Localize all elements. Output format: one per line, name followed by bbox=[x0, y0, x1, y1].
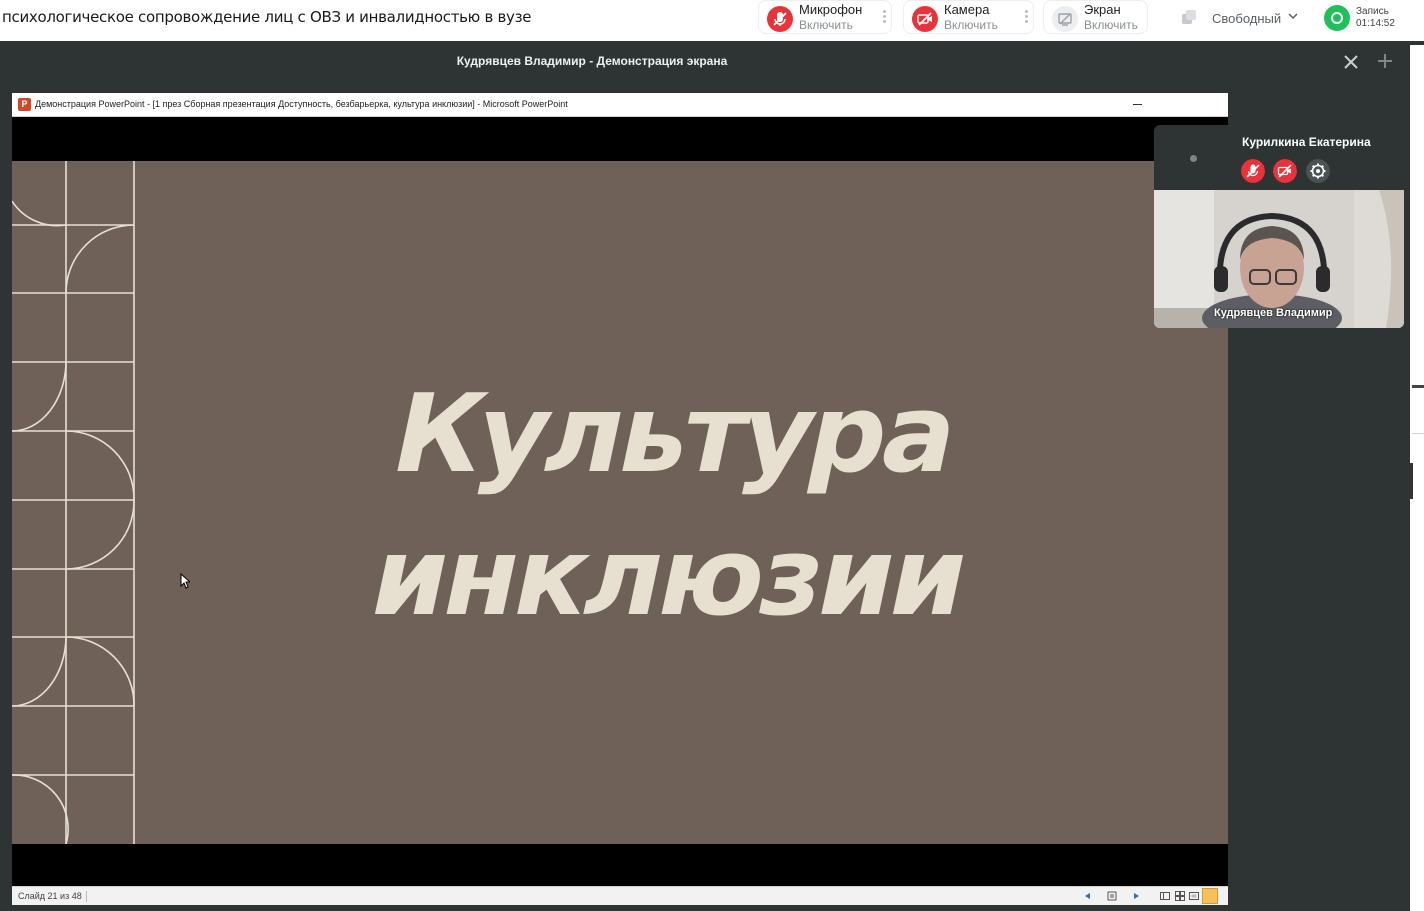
slide-title: Культура инклюзии bbox=[360, 371, 976, 640]
participant-panel: Курилкина Екатерина Кудрявцев Владимир bbox=[1154, 125, 1404, 328]
recording-time: 01:14:52 bbox=[1356, 18, 1395, 29]
mouse-cursor-icon bbox=[180, 573, 190, 589]
camera-label: Камера bbox=[944, 2, 990, 17]
screen-share-button[interactable]: Экран Включить bbox=[1043, 0, 1148, 34]
recording-indicator[interactable]: Запись 01:14:52 bbox=[1322, 2, 1402, 34]
powerpoint-app-icon: P bbox=[18, 98, 31, 111]
camera-sublabel: Включить bbox=[944, 18, 998, 32]
right-scroll-strip bbox=[1410, 45, 1424, 911]
slideshow-view-icon[interactable] bbox=[1202, 888, 1218, 904]
scroll-divider bbox=[1412, 433, 1424, 434]
slide-title-line-1: Культура bbox=[382, 371, 966, 497]
status-icon-layer bbox=[1186, 10, 1196, 20]
powerpoint-statusbar: Слайд 21 из 48 bbox=[12, 886, 1228, 905]
participant-mic-off-icon[interactable] bbox=[1241, 159, 1265, 183]
scroll-marker bbox=[1412, 385, 1424, 388]
mic-toggle-button[interactable]: Микрофон Включить bbox=[758, 0, 892, 34]
mic-label: Микрофон bbox=[799, 2, 863, 17]
screen-share-icon bbox=[1052, 6, 1078, 32]
camera-toggle-button[interactable]: Камера Включить bbox=[903, 0, 1034, 34]
minimize-icon[interactable] bbox=[1133, 104, 1142, 105]
speaker-video-tile[interactable]: Кудрявцев Владимир bbox=[1154, 190, 1404, 328]
settings-gear-icon[interactable] bbox=[1306, 159, 1330, 183]
record-icon bbox=[1324, 5, 1350, 31]
mic-sublabel: Включить bbox=[799, 18, 853, 32]
slide-sorter-icon[interactable] bbox=[1175, 891, 1185, 901]
notes-icon[interactable] bbox=[1107, 891, 1117, 901]
previous-slide-icon[interactable] bbox=[1082, 891, 1092, 901]
participant-camera-off-icon[interactable] bbox=[1273, 159, 1297, 183]
slide-title-line-2: инклюзии bbox=[360, 514, 976, 640]
camera-more-icon[interactable] bbox=[1023, 9, 1029, 25]
close-icon[interactable] bbox=[1341, 52, 1361, 72]
recording-label: Запись bbox=[1356, 6, 1389, 17]
camera-off-icon bbox=[912, 6, 938, 32]
status-dropdown[interactable]: Свободный bbox=[1170, 2, 1310, 34]
scrollbar-thumb[interactable] bbox=[1410, 463, 1413, 499]
meeting-title: психологическое сопровождение лиц с ОВЗ … bbox=[2, 8, 532, 26]
top-bar: психологическое сопровождение лиц с ОВЗ … bbox=[0, 0, 1424, 41]
slide: Культура инклюзии bbox=[12, 161, 1228, 844]
mic-more-icon[interactable] bbox=[881, 9, 887, 25]
screen-label: Экран bbox=[1084, 2, 1121, 17]
screen-share-stage: Кудрявцев Владимир - Демонстрация экрана… bbox=[0, 41, 1424, 911]
screen-share-title: Кудрявцев Владимир - Демонстрация экрана bbox=[456, 54, 728, 68]
mic-off-icon bbox=[767, 6, 793, 32]
plus-icon[interactable] bbox=[1374, 50, 1396, 72]
powerpoint-window-title: Демонстрация PowerPoint - [1 през Сборна… bbox=[35, 99, 568, 109]
next-slide-icon[interactable] bbox=[1132, 891, 1142, 901]
reading-view-icon[interactable] bbox=[1189, 891, 1199, 901]
chevron-down-icon bbox=[1288, 13, 1298, 20]
self-avatar-dot bbox=[1190, 155, 1197, 162]
statusbar-divider bbox=[86, 891, 87, 902]
powerpoint-titlebar: P Демонстрация PowerPoint - [1 през Сбор… bbox=[12, 93, 1228, 117]
slide-counter: Слайд 21 из 48 bbox=[18, 891, 82, 901]
speaker-name-label: Кудрявцев Владимир bbox=[1214, 307, 1333, 319]
status-label: Свободный bbox=[1212, 11, 1282, 26]
powerpoint-window: P Демонстрация PowerPoint - [1 през Сбор… bbox=[12, 93, 1228, 905]
normal-view-icon[interactable] bbox=[1160, 891, 1170, 901]
self-participant-name: Курилкина Екатерина bbox=[1242, 135, 1371, 149]
screen-sublabel: Включить bbox=[1084, 18, 1138, 32]
